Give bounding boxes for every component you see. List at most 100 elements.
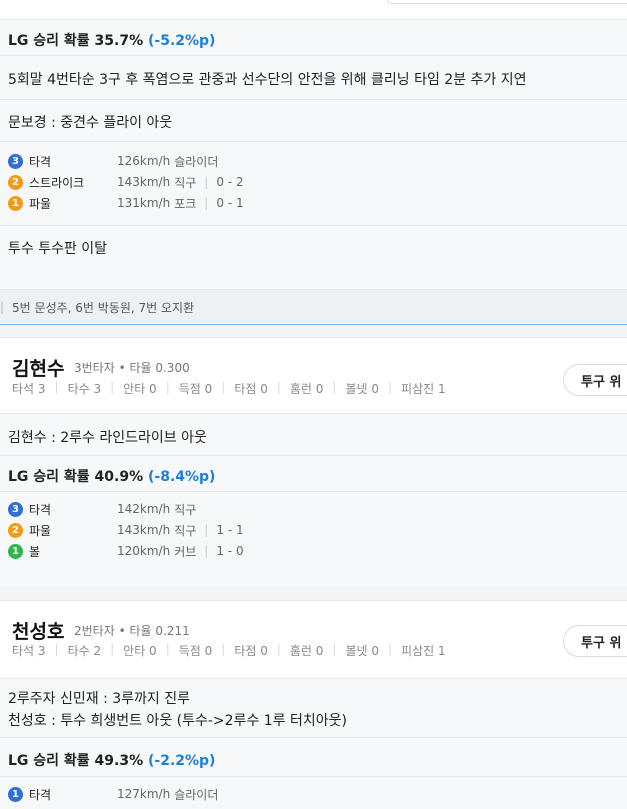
stat-item: 타수 3 <box>67 382 102 396</box>
pitch-type: 슬라이더 <box>174 787 219 802</box>
pitch-row: 1 볼 120km/h 커브 | 1 - 0 <box>8 542 244 560</box>
pitch-speed: 143km/h <box>117 175 171 189</box>
play-panel: 김현수 : 2루수 라인드라이브 아웃 LG 승리 확률 40.9% (-8.4… <box>0 413 627 587</box>
batter-name: 김현수 <box>12 358 65 380</box>
play-panel-top: LG 승리 확률 35.7% (-5.2%p) 5회말 4번타순 3구 후 폭염… <box>0 20 627 289</box>
stat-item: 홈런 0 <box>289 382 324 396</box>
pitch-result: 파울 <box>29 196 52 211</box>
pitch-result: 타격 <box>29 502 52 517</box>
pitch-type: 슬라이더 <box>174 154 219 169</box>
batter-stats: 타석 3 | 타수 2 | 안타 0 | 득점 0 | 타점 0 | 홈런 0 | 볼넷 0… <box>12 642 446 658</box>
batter-name: 천성호 <box>12 621 65 643</box>
pitch-divider: | <box>204 175 209 189</box>
pitch-row: 1 파울 131km/h 포크 | 0 - 1 <box>8 194 244 212</box>
previous-card-edge <box>0 0 627 20</box>
stat-item: 득점 0 <box>178 644 213 658</box>
divider <box>0 776 627 777</box>
footer-divider: | <box>0 300 5 314</box>
divider <box>0 99 627 100</box>
pitch-number-badge: 2 <box>8 522 23 538</box>
stat-item: 타석 3 <box>12 644 46 658</box>
stat-item: 안타 0 <box>123 382 157 396</box>
pitch-divider: | <box>204 523 209 537</box>
pitcher-note: 투수 투수판 이탈 <box>8 241 108 257</box>
stat-item: 타점 0 <box>234 644 268 658</box>
pitch-row: 3 타격 126km/h 슬라이더 <box>8 152 218 170</box>
pitch-row: 1 타격 127km/h 슬라이더 <box>8 785 218 803</box>
pitch-type: 커브 <box>174 544 197 559</box>
stat-item: 홈런 0 <box>289 644 324 658</box>
pitch-count: 0 - 1 <box>216 196 244 210</box>
stat-item: 안타 0 <box>123 644 157 658</box>
batter-meta: 3번타자 • 타율 0.300 <box>74 361 190 375</box>
lineup-text: 5번 문성주, 6번 박동원, 7번 오지환 <box>12 300 195 315</box>
win-probability: LG 승리 확률 35.7% (-5.2%p) <box>8 30 215 50</box>
win-probability: LG 승리 확률 49.3% (-2.2%p) <box>8 750 215 770</box>
pitch-speed: 143km/h <box>117 523 171 537</box>
pitch-speed: 126km/h <box>117 154 171 168</box>
pitch-result: 파울 <box>29 523 52 538</box>
pitch-number-badge: 3 <box>8 501 23 517</box>
previous-button-edge[interactable] <box>387 0 627 4</box>
stat-item: 득점 0 <box>178 382 213 396</box>
batter-card: 천성호 2번타자 • 타율 0.211 타석 3 | 타수 2 | 안타 0 | 득점… <box>0 600 627 678</box>
pitch-location-button[interactable]: 투구 위 <box>563 364 627 396</box>
pitch-count: 0 - 2 <box>216 175 244 189</box>
pitch-result: 볼 <box>29 544 41 559</box>
win-probability-change: (-2.2%p) <box>148 753 216 769</box>
pitch-location-button[interactable]: 투구 위 <box>563 625 627 657</box>
divider <box>0 55 627 56</box>
pitch-divider: | <box>204 544 209 558</box>
win-probability-change: (-5.2%p) <box>148 33 216 49</box>
pitch-divider: | <box>204 196 209 210</box>
win-probability-label: LG 승리 확률 35.7% <box>8 33 144 49</box>
pitch-count: 1 - 1 <box>216 523 244 537</box>
pitch-speed: 142km/h <box>117 502 171 516</box>
divider <box>0 141 627 142</box>
divider <box>0 491 627 492</box>
pitch-speed: 131km/h <box>117 196 171 210</box>
win-probability: LG 승리 확률 40.9% (-8.4%p) <box>8 466 215 486</box>
divider <box>0 737 627 738</box>
runner-note: 2루주자 신민재 : 3루까지 진루 <box>8 691 191 707</box>
pitch-number-badge: 1 <box>8 543 23 559</box>
pitch-number-badge: 1 <box>8 195 23 211</box>
batter-meta: 2번타자 • 타율 0.211 <box>74 624 190 638</box>
stat-item: 볼넷 0 <box>345 382 379 396</box>
stat-item: 타석 3 <box>12 382 46 396</box>
play-result: 천성호 : 투수 희생번트 아웃 (투수->2루수 1루 터치아웃) <box>8 713 347 729</box>
pitch-number-badge: 1 <box>8 786 23 802</box>
pitch-row: 2 파울 143km/h 직구 | 1 - 1 <box>8 521 244 539</box>
win-probability-label: LG 승리 확률 49.3% <box>8 753 144 769</box>
pitch-speed: 127km/h <box>117 787 171 801</box>
pitch-type: 직구 <box>174 502 197 517</box>
stat-item: 볼넷 0 <box>345 644 379 658</box>
pitch-row: 2 스트라이크 143km/h 직구 | 0 - 2 <box>8 173 244 191</box>
delay-note: 5회말 4번타순 3구 후 폭염으로 관중과 선수단의 안전을 위해 클리닝 타… <box>8 72 527 88</box>
pitch-speed: 120km/h <box>117 544 171 558</box>
divider <box>0 225 627 226</box>
pitch-type: 직구 <box>174 175 197 190</box>
pitch-type: 포크 <box>174 196 197 211</box>
pitch-result: 타격 <box>29 154 52 169</box>
win-probability-label: LG 승리 확률 40.9% <box>8 469 144 485</box>
relay-page: LG 승리 확률 35.7% (-5.2%p) 5회말 4번타순 3구 후 폭염… <box>0 0 627 809</box>
stat-item: 타수 2 <box>67 644 102 658</box>
divider <box>0 455 627 456</box>
win-probability-change: (-8.4%p) <box>148 469 216 485</box>
pitch-number-badge: 2 <box>8 174 23 190</box>
pitch-number-badge: 3 <box>8 153 23 169</box>
play-result: 문보경 : 중견수 플라이 아웃 <box>8 115 173 131</box>
stat-item: 피삼진 1 <box>401 382 446 396</box>
pitch-result: 타격 <box>29 787 52 802</box>
play-result: 김현수 : 2루수 라인드라이브 아웃 <box>8 430 207 446</box>
play-panel: 2루주자 신민재 : 3루까지 진루 천성호 : 투수 희생번트 아웃 (투수-… <box>0 678 627 809</box>
pitch-row: 3 타격 142km/h 직구 <box>8 500 196 518</box>
batter-card: 김현수 3번타자 • 타율 0.300 타석 3 | 타수 3 | 안타 0 | 득점… <box>0 337 627 413</box>
pitch-result: 스트라이크 <box>29 175 85 190</box>
stat-item: 피삼진 1 <box>401 644 446 658</box>
stat-item: 타점 0 <box>234 382 268 396</box>
batter-stats: 타석 3 | 타수 3 | 안타 0 | 득점 0 | 타점 0 | 홈런 0 | 볼넷 0… <box>12 380 446 396</box>
pitch-count: 1 - 0 <box>216 544 244 558</box>
lineup-footer: | 5번 문성주, 6번 박동원, 7번 오지환 <box>0 289 627 325</box>
